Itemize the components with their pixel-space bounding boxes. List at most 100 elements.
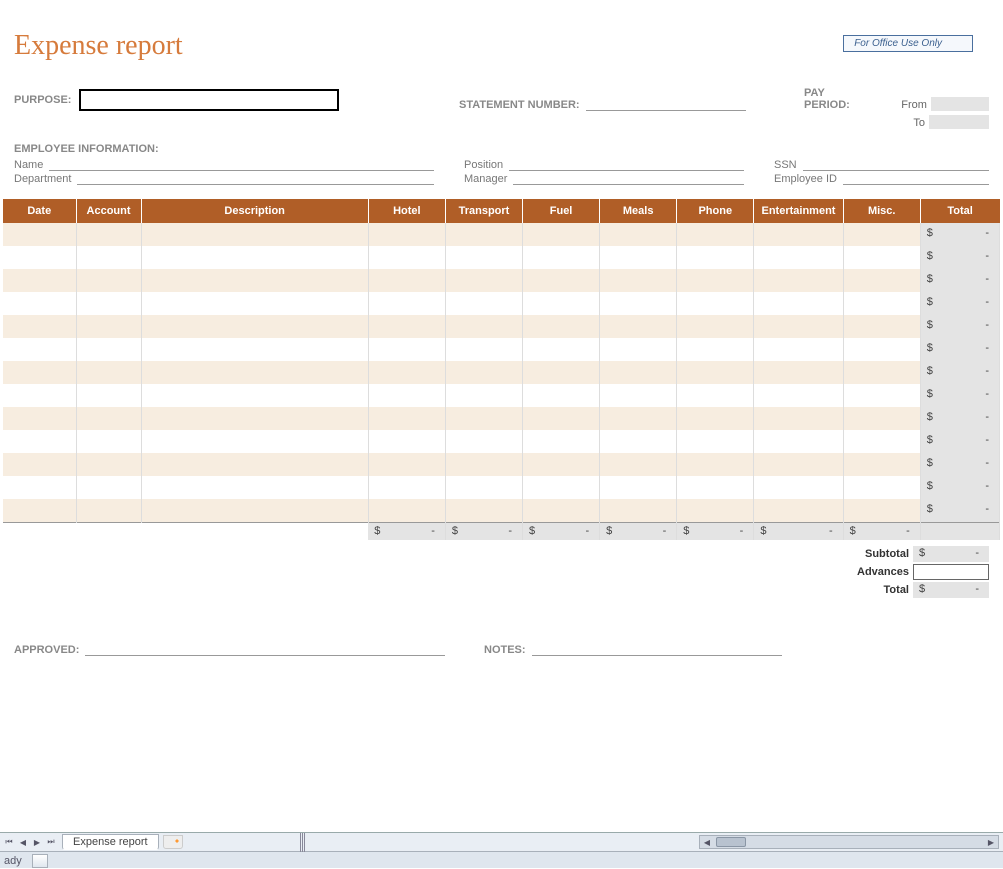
table-cell[interactable]: [3, 430, 76, 453]
table-cell[interactable]: [523, 499, 600, 522]
col-hotel[interactable]: Hotel: [368, 199, 445, 223]
table-cell[interactable]: [445, 361, 522, 384]
table-cell[interactable]: [843, 430, 920, 453]
table-cell[interactable]: [523, 269, 600, 292]
table-cell[interactable]: [141, 292, 368, 315]
table-cell[interactable]: [754, 361, 843, 384]
table-cell[interactable]: [368, 407, 445, 430]
sheet-nav-last[interactable]: ⏭: [44, 834, 58, 850]
table-cell[interactable]: [3, 407, 76, 430]
table-cell[interactable]: [141, 499, 368, 522]
macro-record-icon[interactable]: [32, 854, 48, 868]
table-cell[interactable]: [600, 315, 677, 338]
table-cell[interactable]: [754, 315, 843, 338]
table-cell[interactable]: [600, 453, 677, 476]
table-cell[interactable]: [600, 430, 677, 453]
table-cell[interactable]: [141, 384, 368, 407]
pay-period-from-input[interactable]: [931, 97, 989, 111]
table-cell[interactable]: [677, 476, 754, 499]
manager-input[interactable]: [513, 173, 744, 185]
table-cell[interactable]: [600, 384, 677, 407]
table-cell[interactable]: [600, 246, 677, 269]
sheet-nav-first[interactable]: ⏮: [2, 834, 16, 850]
table-cell[interactable]: [600, 407, 677, 430]
scroll-thumb[interactable]: [716, 837, 746, 847]
new-sheet-icon[interactable]: [163, 835, 183, 849]
table-cell[interactable]: [677, 223, 754, 246]
sheet-tab[interactable]: Expense report: [62, 834, 159, 850]
approved-input[interactable]: [85, 644, 445, 656]
col-misc[interactable]: Misc.: [843, 199, 920, 223]
table-cell[interactable]: [368, 292, 445, 315]
table-cell[interactable]: [523, 223, 600, 246]
table-cell[interactable]: [843, 499, 920, 522]
table-cell[interactable]: [843, 315, 920, 338]
position-input[interactable]: [509, 159, 744, 171]
table-cell[interactable]: [3, 269, 76, 292]
col-meals[interactable]: Meals: [600, 199, 677, 223]
scroll-right-icon[interactable]: ▶: [984, 838, 998, 847]
table-cell[interactable]: [3, 315, 76, 338]
table-cell[interactable]: [445, 476, 522, 499]
table-cell[interactable]: [445, 223, 522, 246]
horizontal-scrollbar[interactable]: ◀ ▶: [699, 835, 999, 849]
table-cell[interactable]: [141, 430, 368, 453]
table-cell[interactable]: [368, 338, 445, 361]
table-cell[interactable]: [843, 407, 920, 430]
table-cell[interactable]: [600, 338, 677, 361]
table-cell[interactable]: [523, 338, 600, 361]
table-cell[interactable]: [445, 246, 522, 269]
table-cell[interactable]: [843, 223, 920, 246]
table-cell[interactable]: [76, 315, 141, 338]
table-cell[interactable]: [600, 499, 677, 522]
table-cell[interactable]: [76, 430, 141, 453]
table-cell[interactable]: [141, 269, 368, 292]
col-transport[interactable]: Transport: [445, 199, 522, 223]
table-cell[interactable]: [3, 453, 76, 476]
table-cell[interactable]: [3, 292, 76, 315]
table-cell[interactable]: [677, 453, 754, 476]
table-cell[interactable]: [3, 384, 76, 407]
tab-grip[interactable]: [300, 833, 305, 852]
table-cell[interactable]: [368, 315, 445, 338]
pay-period-to-input[interactable]: [929, 115, 989, 129]
advances-input[interactable]: [913, 564, 989, 580]
table-cell[interactable]: [523, 315, 600, 338]
table-cell[interactable]: [523, 407, 600, 430]
notes-input[interactable]: [532, 644, 782, 656]
ssn-input[interactable]: [803, 159, 989, 171]
col-total[interactable]: Total: [920, 199, 999, 223]
table-cell[interactable]: [677, 315, 754, 338]
table-cell[interactable]: [368, 269, 445, 292]
col-entertainment[interactable]: Entertainment: [754, 199, 843, 223]
table-cell[interactable]: [677, 338, 754, 361]
table-cell[interactable]: [141, 476, 368, 499]
table-cell[interactable]: [523, 453, 600, 476]
scroll-left-icon[interactable]: ◀: [700, 838, 714, 847]
table-cell[interactable]: [677, 361, 754, 384]
sheet-nav-prev[interactable]: ◀: [16, 834, 30, 850]
table-cell[interactable]: [445, 292, 522, 315]
table-cell[interactable]: [445, 384, 522, 407]
table-cell[interactable]: [76, 453, 141, 476]
table-cell[interactable]: [368, 223, 445, 246]
table-cell[interactable]: [141, 407, 368, 430]
table-cell[interactable]: [754, 430, 843, 453]
table-cell[interactable]: [76, 338, 141, 361]
table-cell[interactable]: [76, 361, 141, 384]
table-cell[interactable]: [141, 246, 368, 269]
table-cell[interactable]: [445, 430, 522, 453]
table-cell[interactable]: [843, 246, 920, 269]
table-cell[interactable]: [677, 246, 754, 269]
table-cell[interactable]: [141, 361, 368, 384]
table-cell[interactable]: [523, 476, 600, 499]
table-cell[interactable]: [141, 223, 368, 246]
table-cell[interactable]: [76, 292, 141, 315]
table-cell[interactable]: [677, 292, 754, 315]
name-input[interactable]: [49, 159, 434, 171]
table-cell[interactable]: [754, 223, 843, 246]
table-cell[interactable]: [141, 315, 368, 338]
table-cell[interactable]: [3, 361, 76, 384]
table-cell[interactable]: [368, 476, 445, 499]
table-cell[interactable]: [754, 292, 843, 315]
